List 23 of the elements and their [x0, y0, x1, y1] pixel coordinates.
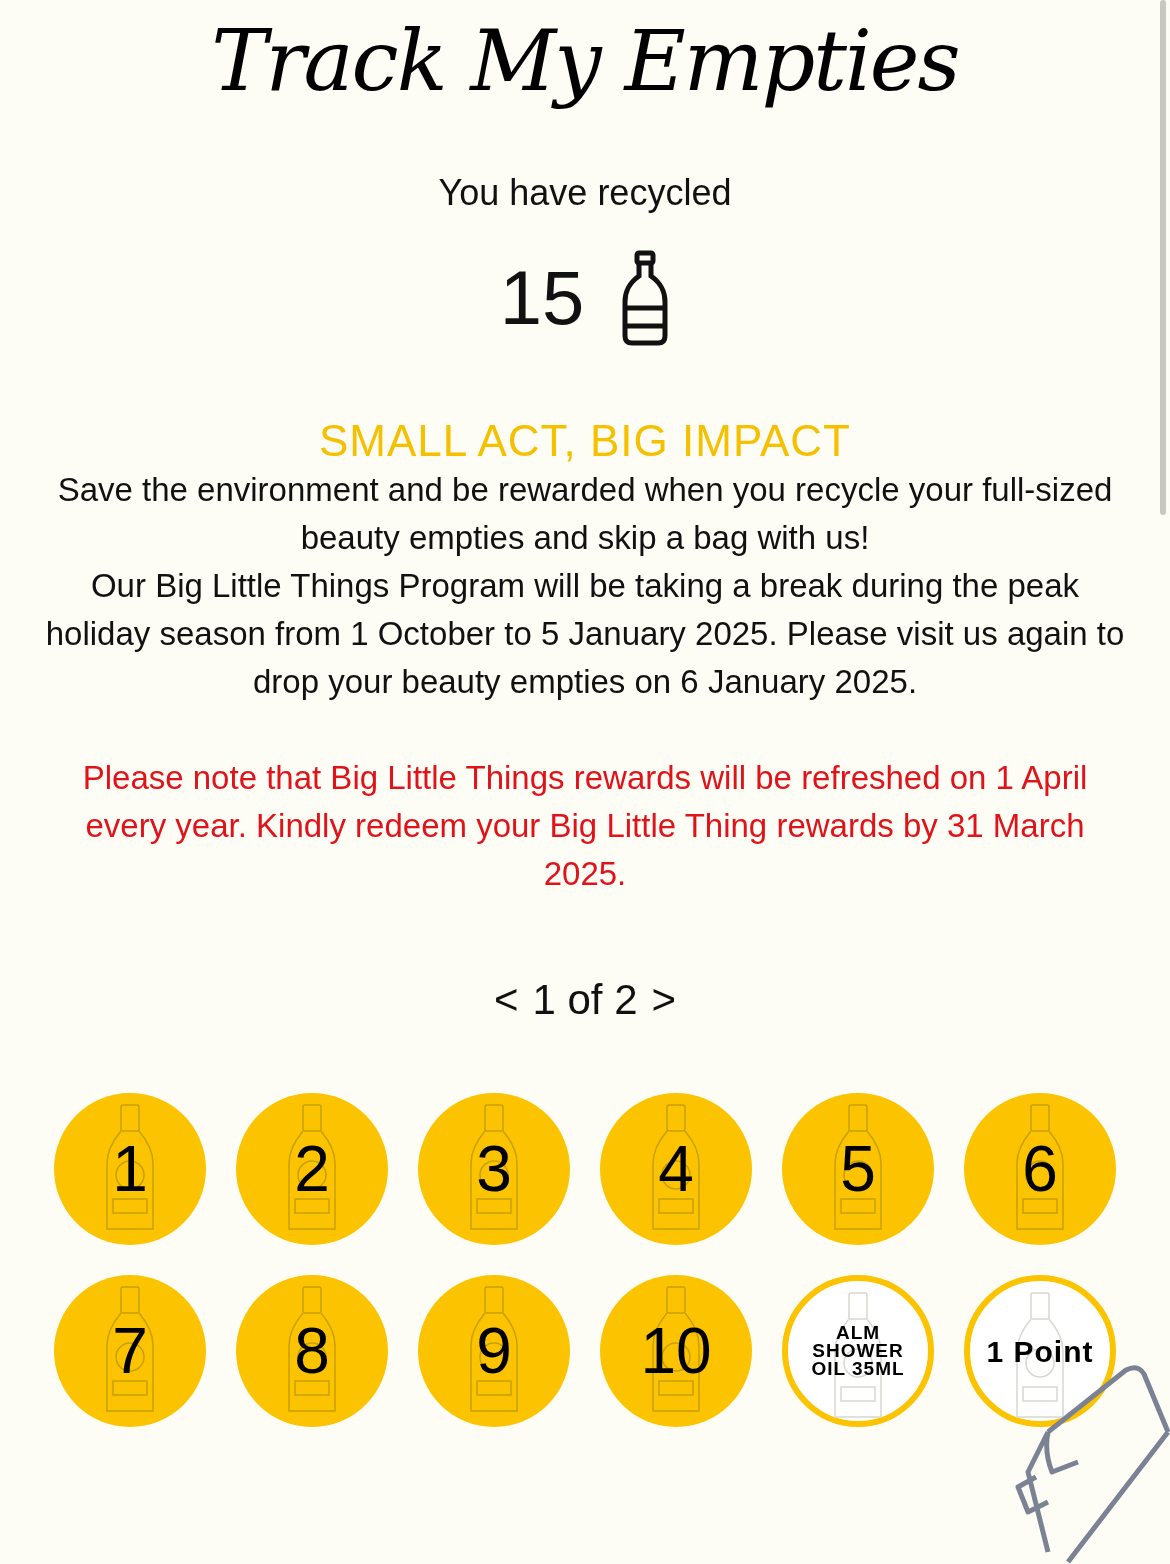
- stamp-number: 10: [640, 1319, 712, 1383]
- stamp-number: 7: [112, 1319, 148, 1383]
- stamp-number: 6: [1022, 1137, 1058, 1201]
- previous-page-button[interactable]: <: [493, 968, 519, 1031]
- stamp-number: 4: [658, 1137, 694, 1201]
- recycled-count: 15: [499, 260, 585, 336]
- stamp-number: 2: [294, 1137, 330, 1201]
- stamp-number: 3: [476, 1137, 512, 1201]
- stamp-number: 1: [112, 1137, 148, 1201]
- recycled-label: You have recycled: [438, 171, 732, 215]
- page-title: Track My Empties: [211, 11, 959, 112]
- stamp-number: 8: [294, 1319, 330, 1383]
- notice-text: Please note that Big Little Things rewards will be refreshed on 1 April every year. Kindly redeem your Big Little Thing rewards by 31 March 2025.: [81, 758, 1089, 894]
- info-paragraph: Save the environment and be rewarded when you recycle your full-sized beauty empties and skip a bag with us!: [56, 470, 1114, 558]
- stamp-number: 5: [840, 1137, 876, 1201]
- section-heading: SMALL ACT, BIG IMPACT: [319, 416, 851, 466]
- bottle-icon: [620, 250, 671, 346]
- points-label: 1 Point: [986, 1333, 1094, 1370]
- next-page-button[interactable]: >: [651, 968, 677, 1031]
- reward-label: ALM SHOWER OIL 35ML: [810, 1324, 906, 1378]
- page-indicator: 1 of 2: [532, 975, 638, 1025]
- info-paragraph: Our Big Little Things Program will be taking a break during the peak holiday season from 1 October to 5 January 2025. Please visit us again to drop your beauty empties on 6 January 2025.: [45, 566, 1125, 702]
- stamp-number: 9: [476, 1319, 512, 1383]
